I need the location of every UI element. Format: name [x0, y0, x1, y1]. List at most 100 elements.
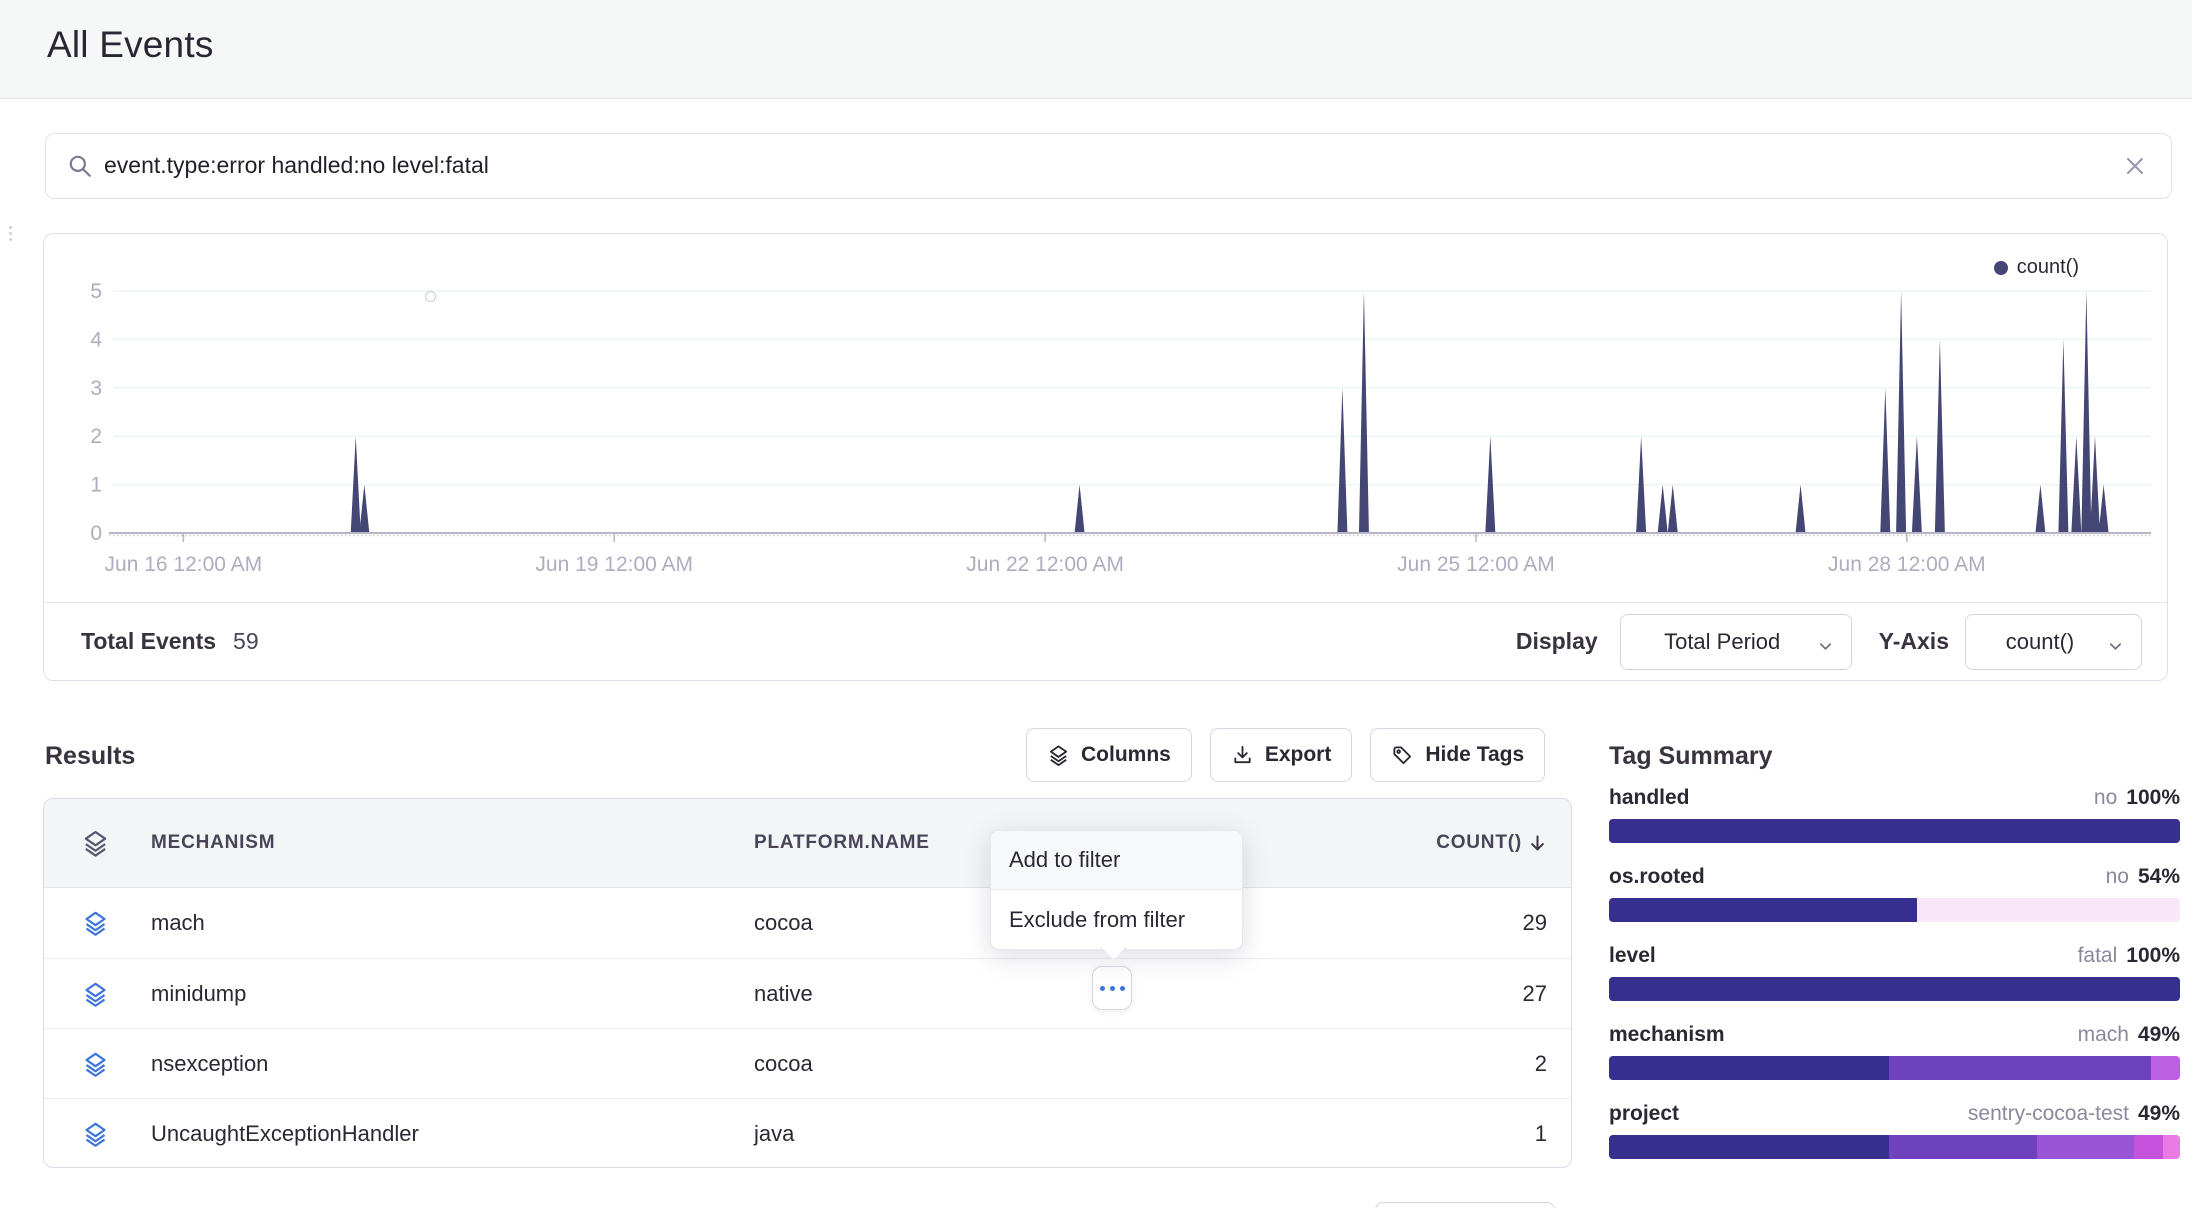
layers-icon	[1047, 744, 1070, 767]
svg-text:0: 0	[90, 522, 102, 545]
chart-marker-artifact	[425, 291, 436, 302]
tag-top-percent: 100%	[2126, 944, 2180, 968]
cell-mechanism[interactable]: minidump	[151, 959, 246, 1028]
tag-name: mechanism	[1609, 1023, 1725, 1047]
yaxis-select[interactable]: count()	[1965, 614, 2142, 670]
legend-label: count()	[2017, 256, 2079, 279]
tag-summary-heading: Tag Summary	[1609, 742, 1772, 771]
download-icon	[1231, 744, 1254, 767]
menu-item-add-to-filter[interactable]: Add to filter	[991, 831, 1242, 890]
tag-entry-os.rooted: os.rootedno54%	[1609, 865, 2180, 922]
tag-top-value: mach	[2078, 1023, 2129, 1047]
table-row[interactable]: minidump native 27	[44, 958, 1571, 1028]
svg-text:3: 3	[90, 377, 102, 400]
table-actions: Columns Export Hide Tags	[1026, 728, 1545, 782]
layers-icon[interactable]	[82, 1121, 109, 1148]
svg-text:1: 1	[90, 474, 102, 497]
svg-text:Jun 22 12:00 AM: Jun 22 12:00 AM	[966, 553, 1124, 576]
tag-bar-segment	[1609, 898, 1917, 922]
button-label: Columns	[1081, 743, 1171, 767]
layers-icon[interactable]	[82, 981, 109, 1008]
layers-icon[interactable]	[82, 1051, 109, 1078]
cell-context-menu: Add to filterExclude from filter	[990, 830, 1243, 950]
results-heading: Results	[45, 742, 135, 771]
tag-top-value: sentry-cocoa-test	[1968, 1102, 2129, 1126]
cell-platform[interactable]: native	[754, 959, 813, 1028]
tag-top-value: fatal	[2078, 944, 2118, 968]
tag-entry-project: project sentry-cocoa-test 49%	[1609, 1102, 2180, 1159]
tag-top-value: no	[2106, 865, 2129, 889]
chevron-down-icon	[2108, 634, 2123, 649]
events-chart-panel: 012345Jun 16 12:00 AMJun 19 12:00 AMJun …	[43, 233, 2168, 681]
svg-text:2: 2	[90, 425, 102, 448]
cell-count: 2	[1535, 1029, 1547, 1098]
yaxis-label: Y-Axis	[1879, 628, 1949, 655]
legend-dot-icon	[1994, 261, 2008, 275]
layers-icon[interactable]	[82, 910, 109, 937]
column-header-count[interactable]: COUNT()	[1436, 799, 1547, 887]
hide-tags-button[interactable]: Hide Tags	[1370, 728, 1545, 782]
cell-actions-button[interactable]	[1092, 966, 1132, 1010]
pagination-button-cutoff[interactable]	[1375, 1202, 1555, 1208]
cell-platform[interactable]: java	[754, 1099, 794, 1168]
tag-entry-mechanism: mechanism mach 49%	[1609, 1023, 2180, 1080]
cell-platform[interactable]: cocoa	[754, 888, 813, 958]
tag-name: level	[1609, 944, 1656, 968]
cell-mechanism[interactable]: nsexception	[151, 1029, 268, 1098]
tag-icon	[1391, 744, 1414, 767]
layers-icon[interactable]	[81, 829, 110, 858]
tag-distribution-bar[interactable]	[1609, 1135, 2180, 1159]
cell-platform[interactable]: cocoa	[754, 1029, 813, 1098]
tag-name: project	[1609, 1102, 1679, 1126]
tag-bar-segment	[2037, 1135, 2134, 1159]
tag-distribution-bar[interactable]	[1609, 977, 2180, 1001]
clear-search-icon[interactable]	[2121, 152, 2149, 180]
top-bar: All Events	[0, 0, 2192, 99]
tag-distribution-bar[interactable]	[1609, 819, 2180, 843]
search-icon	[67, 153, 93, 179]
tag-distribution-bar[interactable]	[1609, 898, 2180, 922]
tag-top-percent: 100%	[2126, 786, 2180, 810]
tag-top-value: no	[2094, 786, 2117, 810]
cell-count: 27	[1523, 959, 1547, 1028]
svg-text:Jun 16 12:00 AM: Jun 16 12:00 AM	[105, 553, 263, 576]
page-title: All Events	[47, 24, 214, 66]
tag-bar-segment	[1609, 1056, 1889, 1080]
yaxis-select-value: count()	[1984, 629, 2096, 655]
column-header-mechanism[interactable]: MECHANISM	[151, 799, 275, 887]
table-row[interactable]: UncaughtExceptionHandler java 1	[44, 1098, 1571, 1168]
results-table: MECHANISM PLATFORM.NAME COUNT() mach coco…	[43, 798, 1572, 1168]
tag-bar-segment	[1889, 1135, 2037, 1159]
export-button[interactable]: Export	[1210, 728, 1353, 782]
search-bar	[45, 133, 2172, 199]
search-input[interactable]	[104, 134, 2084, 197]
tag-bar-segment	[1889, 1056, 2152, 1080]
tag-top-percent: 49%	[2138, 1102, 2180, 1126]
tag-bar-segment	[1609, 819, 2180, 843]
column-header-platform[interactable]: PLATFORM.NAME	[754, 799, 930, 887]
button-label: Hide Tags	[1425, 743, 1524, 767]
tag-name: os.rooted	[1609, 865, 1705, 889]
chevron-down-icon	[1818, 634, 1833, 649]
columns-button[interactable]: Columns	[1026, 728, 1192, 782]
drag-handle-artifact	[9, 226, 17, 242]
svg-text:Jun 19 12:00 AM: Jun 19 12:00 AM	[535, 553, 693, 576]
page: All Events 012345Jun 16 12:00 AMJun 19 1…	[0, 0, 2192, 1208]
table-row[interactable]: nsexception cocoa 2	[44, 1028, 1571, 1098]
table-row[interactable]: machcocoa29	[44, 888, 1571, 958]
display-label: Display	[1516, 628, 1598, 655]
cell-mechanism[interactable]: mach	[151, 888, 205, 958]
tag-bar-segment	[2134, 1135, 2163, 1159]
svg-text:4: 4	[90, 328, 102, 351]
cell-mechanism[interactable]: UncaughtExceptionHandler	[151, 1099, 419, 1168]
tag-bar-segment	[1609, 1135, 1889, 1159]
tag-entry-level: level fatal 100%	[1609, 944, 2180, 1001]
tag-bar-segment	[2151, 1056, 2180, 1080]
cell-count: 1	[1535, 1099, 1547, 1168]
arrow-down-icon	[1528, 834, 1547, 853]
display-select[interactable]: Total Period	[1620, 614, 1852, 670]
display-select-value: Total Period	[1639, 629, 1806, 655]
chart-legend[interactable]: count()	[1994, 256, 2079, 279]
tag-top-percent: 49%	[2138, 1023, 2180, 1047]
tag-distribution-bar[interactable]	[1609, 1056, 2180, 1080]
